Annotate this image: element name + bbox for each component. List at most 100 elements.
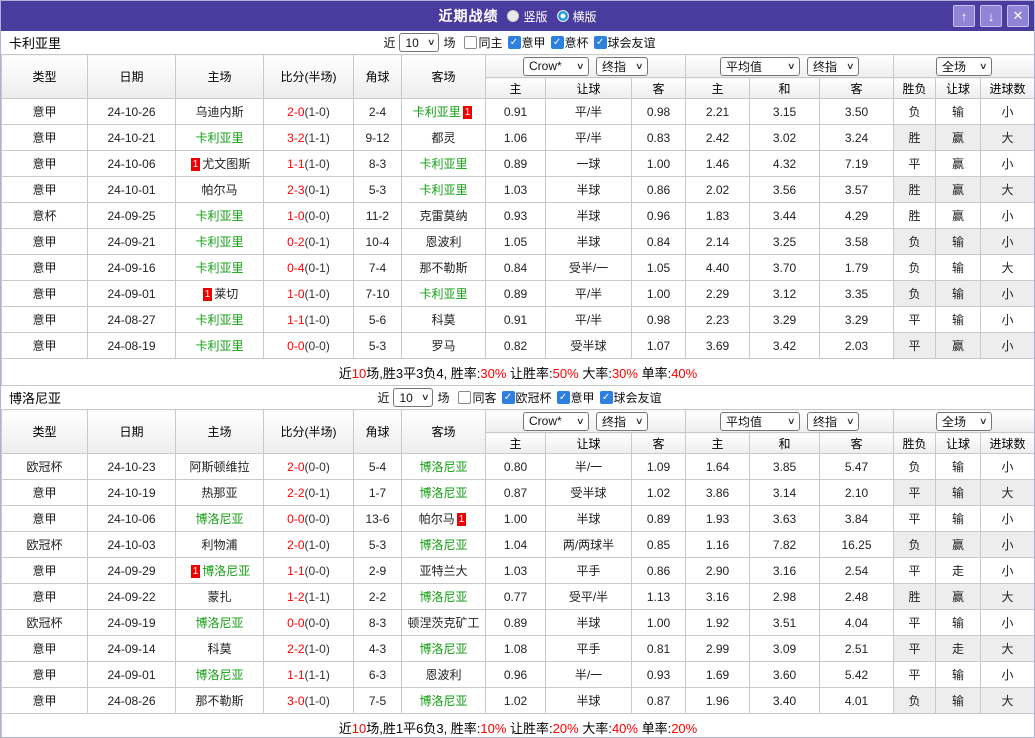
summary-text: 近10场,胜1平6负3, 胜率:10% 让胜率:20% 大率:40% 单率:20… [1, 713, 1034, 737]
column-header: 主场 [175, 409, 264, 454]
scope-select[interactable]: 全场 ∨ [936, 56, 993, 76]
fulltime-score: 1-1 [287, 563, 305, 578]
avg-group-header: 平均值 ∨ 终指 ∨ [684, 54, 895, 78]
handicap: 受半/一 [545, 254, 632, 281]
home-team-name: 利物浦 [201, 538, 238, 552]
handicap: 受半球 [545, 479, 632, 506]
handicap: 半球 [545, 202, 632, 229]
avg-home: 3.86 [685, 479, 750, 506]
filter-option[interactable]: 同主 [459, 34, 503, 51]
away-odds: 1.00 [631, 609, 686, 636]
column-header: 角球 [353, 409, 402, 454]
summary-row: 近10场,胜1平6负3, 胜率:10% 让胜率:20% 大率:40% 单率:20… [1, 713, 1034, 737]
filter-option[interactable]: ✓ 意甲 [503, 34, 546, 51]
close-button[interactable]: ✕ [1007, 5, 1029, 27]
away-odds: 0.86 [631, 557, 686, 584]
avg-source-select[interactable]: 平均值 ∨ [720, 411, 801, 431]
subcolumn-header: 主 [485, 432, 546, 454]
avg-final-select[interactable]: 终指 ∨ [807, 411, 860, 431]
filter-option[interactable]: ✓ 意杯 [546, 34, 589, 51]
avg-source-select-value: 平均值 [726, 414, 763, 429]
move-down-button[interactable]: ↓ [980, 5, 1002, 27]
home-team: 蒙扎 [175, 583, 264, 610]
checkbox-checked-icon[interactable]: ✓ [550, 36, 564, 49]
subcolumn-header: 让球 [545, 432, 632, 454]
home-team-name: 那不勒斯 [195, 694, 244, 708]
filter-option-label[interactable]: 同主 [478, 34, 502, 51]
avg-draw: 3.02 [749, 124, 820, 151]
checkbox-checked-icon[interactable]: ✓ [507, 36, 521, 49]
filter-option-label[interactable]: 欧冠杯 [516, 389, 552, 406]
halftime-score: (0-1) [304, 234, 330, 249]
checkbox-checked-icon[interactable]: ✓ [599, 391, 613, 404]
away-team: 博洛尼亚 [401, 687, 486, 714]
handicap: 两/两球半 [545, 531, 632, 558]
view-mode-vertical[interactable]: 竖版 [507, 8, 548, 25]
filter-option[interactable]: ✓ 欧冠杯 [497, 389, 552, 406]
avg-home: 2.29 [685, 280, 750, 307]
checkbox-unchecked-icon[interactable] [458, 391, 472, 404]
avg-away: 16.25 [818, 531, 895, 558]
move-up-button[interactable]: ↑ [953, 5, 975, 27]
halftime-score: (1-1) [304, 589, 330, 604]
avg-home: 2.21 [685, 98, 750, 125]
match-row: 欧冠杯 24-09-19 博洛尼亚 0-0(0-0) 8-3 顿涅茨克矿工 0.89 半球 1.… [1, 609, 1034, 636]
avg-home: 2.99 [685, 635, 750, 662]
games-label: 场 [443, 36, 456, 50]
away-odds: 1.05 [631, 254, 686, 281]
filter-option[interactable]: ✓ 意甲 [552, 389, 595, 406]
games-label: 场 [437, 391, 450, 405]
match-date: 24-08-26 [87, 687, 176, 714]
summary-segment: 让胜率: [506, 720, 553, 736]
match-row: 意甲 24-09-14 科莫 2-2(1-0) 4-3 博洛尼亚 1.08 平手 0.81 2.9… [1, 635, 1034, 662]
result-handicap: 赢 [935, 176, 982, 203]
corners: 5-3 [353, 176, 402, 203]
halftime-score: (0-1) [304, 485, 330, 500]
filter-option-label[interactable]: 意杯 [565, 34, 589, 51]
home-team: 乌迪内斯 [175, 98, 264, 125]
home-odds: 0.87 [485, 479, 546, 506]
filter-option-label[interactable]: 意甲 [571, 389, 595, 406]
result-handicap: 输 [935, 609, 982, 636]
checkbox-checked-icon[interactable]: ✓ [501, 391, 515, 404]
avg-draw: 2.98 [749, 583, 820, 610]
odds-source-select[interactable]: Crow* ∨ [523, 56, 589, 76]
odds-final-select[interactable]: 终指 ∨ [596, 56, 648, 76]
filter-option-label[interactable]: 意甲 [522, 34, 546, 51]
avg-away: 2.48 [818, 583, 895, 610]
filter-option-label[interactable]: 球会友谊 [608, 34, 656, 51]
filter-option[interactable]: ✓ 球会友谊 [589, 34, 656, 51]
fulltime-score: 2-0 [287, 104, 305, 119]
filter-option[interactable]: 同客 [453, 389, 497, 406]
results-table: 类型 日期 主场 比分(半场) 角球 客场 Crow* ∨ 终指 ∨ 平均值 ∨ 终指 ∨ 全场 ∨ 主让球客主… [1, 409, 1034, 737]
scope-select[interactable]: 全场 ∨ [936, 411, 993, 431]
match-count-select[interactable]: 10 ∨ [393, 388, 434, 407]
handicap: 半球 [545, 505, 632, 532]
league-badge: 欧冠杯 [1, 453, 88, 480]
avg-draw: 3.63 [749, 505, 820, 532]
avg-home: 1.46 [685, 150, 750, 177]
match-row: 意甲 24-08-27 卡利亚里 1-1(1-0) 5-6 科莫 0.91 平/半 0.98 2.… [1, 306, 1034, 333]
odds-source-select[interactable]: Crow* ∨ [523, 411, 589, 431]
avg-final-select[interactable]: 终指 ∨ [807, 56, 860, 76]
odds-final-select[interactable]: 终指 ∨ [596, 411, 648, 431]
filter-option-label[interactable]: 同客 [472, 389, 496, 406]
home-team: 热那亚 [175, 479, 264, 506]
match-date: 24-09-01 [87, 661, 176, 688]
result-goals: 小 [980, 557, 1034, 584]
view-mode-horizontal[interactable]: 横版 [556, 8, 597, 25]
away-team-name: 那不勒斯 [419, 261, 468, 275]
corners: 2-4 [353, 98, 402, 125]
checkbox-checked-icon[interactable]: ✓ [556, 391, 570, 404]
result-handicap: 输 [935, 306, 982, 333]
filter-option[interactable]: ✓ 球会友谊 [595, 389, 662, 406]
checkbox-unchecked-icon[interactable] [464, 36, 478, 49]
away-team: 卡利亚里 1 [401, 98, 486, 125]
filter-option-label[interactable]: 球会友谊 [614, 389, 662, 406]
avg-source-select[interactable]: 平均值 ∨ [720, 56, 801, 76]
result-outcome: 胜 [893, 176, 937, 203]
league-badge: 意甲 [1, 228, 88, 255]
result-outcome: 平 [893, 306, 937, 333]
match-count-select[interactable]: 10 ∨ [399, 33, 440, 52]
checkbox-checked-icon[interactable]: ✓ [593, 36, 607, 49]
